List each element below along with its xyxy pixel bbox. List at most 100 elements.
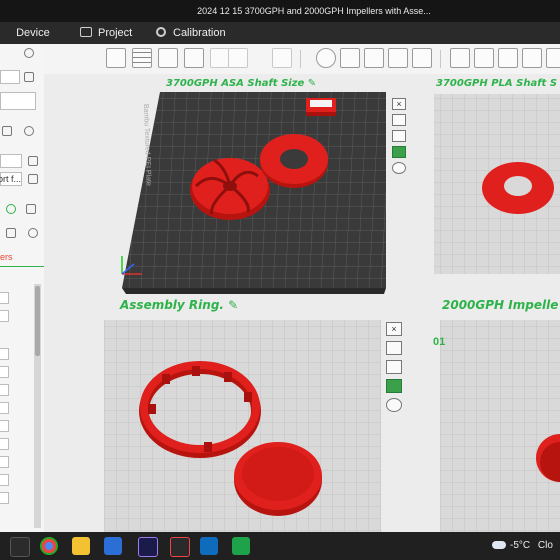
- plate-3-lock-icon[interactable]: [386, 379, 402, 393]
- section-underline: [0, 266, 44, 267]
- file-explorer-icon[interactable]: [72, 537, 90, 555]
- main-toolbar: [44, 44, 560, 75]
- printer-field[interactable]: [0, 70, 20, 84]
- menu-bar: Device Project Calibration: [0, 22, 560, 44]
- filament-gear-icon[interactable]: [24, 126, 34, 136]
- plate-3-tools: ×: [386, 322, 402, 417]
- support-paint-icon[interactable]: [450, 48, 470, 68]
- plate-3-title[interactable]: Assembly Ring. ✎: [120, 298, 238, 312]
- toolbar-separator: [440, 50, 441, 68]
- list-item[interactable]: [0, 348, 9, 360]
- plate-3-close-icon[interactable]: ×: [386, 322, 402, 336]
- list-item[interactable]: [0, 474, 9, 486]
- rotate-icon[interactable]: [340, 48, 360, 68]
- settings-gear-icon[interactable]: [24, 48, 34, 58]
- plate-1-orient-icon[interactable]: [392, 130, 406, 142]
- plate-1-lock-icon[interactable]: [392, 146, 406, 158]
- plate-1-close-icon[interactable]: ×: [392, 98, 406, 110]
- edit-icon[interactable]: [24, 72, 34, 82]
- list-item[interactable]: [0, 438, 9, 450]
- search-icon[interactable]: [28, 228, 38, 238]
- list-item[interactable]: [0, 420, 9, 432]
- impeller-model[interactable]: [190, 158, 270, 220]
- plate-1-tools: ×: [392, 98, 408, 178]
- plate-3-orient-icon[interactable]: [386, 360, 402, 374]
- calibration-label: Calibration: [173, 27, 226, 39]
- plate-type-field[interactable]: [0, 154, 22, 168]
- object-list-icon[interactable]: [26, 204, 36, 214]
- sidebar-scroll-thumb[interactable]: [35, 286, 40, 356]
- support-edit-icon[interactable]: [28, 174, 38, 184]
- cloud-icon: [492, 541, 506, 549]
- cut-icon[interactable]: [388, 48, 408, 68]
- measure-icon[interactable]: [522, 48, 542, 68]
- plate-1-title[interactable]: 3700GPH ASA Shaft Size ✎: [166, 78, 316, 89]
- plate-4-title[interactable]: 2000GPH Impelle: [442, 298, 558, 312]
- premiere-icon[interactable]: [138, 537, 158, 557]
- global-radio-icon[interactable]: [6, 204, 16, 214]
- list-item[interactable]: [0, 366, 9, 378]
- weather-widget[interactable]: -5°C Clo: [492, 532, 553, 560]
- 3d-viewport[interactable]: Bambu Textured PEI Plate 3700GPH ASA Sha…: [44, 74, 560, 532]
- small-part-model[interactable]: [306, 98, 336, 116]
- calibration-gear-icon: [156, 27, 166, 37]
- menu-project[interactable]: Project: [80, 22, 132, 44]
- printer-select[interactable]: [0, 92, 36, 110]
- layers-icon[interactable]: [272, 48, 292, 68]
- text-icon[interactable]: [498, 48, 518, 68]
- section-label: ers: [0, 252, 13, 262]
- left-sidebar: ort f... ers: [0, 44, 45, 532]
- assembly-icon[interactable]: [546, 48, 560, 68]
- plate-1-bed-label: Bambu Textured PEI Plate: [142, 104, 152, 186]
- weather-condition: Clo: [537, 540, 553, 551]
- split-icon[interactable]: [210, 48, 230, 68]
- scale-icon[interactable]: [364, 48, 384, 68]
- list-item[interactable]: [0, 456, 9, 468]
- window-title: 2024 12 15 3700GPH and 2000GPH Impellers…: [197, 6, 431, 16]
- list-item[interactable]: [0, 292, 9, 304]
- list-item[interactable]: [0, 310, 9, 322]
- plate-1-number: 01: [433, 336, 446, 348]
- menu-device[interactable]: Device: [0, 22, 50, 44]
- plate-1-settings-icon[interactable]: [392, 162, 406, 174]
- plate-1-edit-icon[interactable]: ✎: [304, 78, 316, 89]
- plate-2-ring-model[interactable]: [482, 162, 554, 214]
- plate-1-arrange-icon[interactable]: [392, 114, 406, 126]
- filament-icon[interactable]: [2, 126, 12, 136]
- cap-model[interactable]: [234, 442, 322, 516]
- ring-model[interactable]: [260, 134, 328, 188]
- add-object-icon[interactable]: [106, 48, 126, 68]
- taskbar: -5°C Clo: [0, 532, 560, 560]
- support-field[interactable]: ort f...: [0, 172, 22, 186]
- project-label: Project: [98, 27, 133, 39]
- calculator-icon[interactable]: [104, 537, 122, 555]
- add-plate-icon[interactable]: [132, 48, 152, 68]
- outlook-icon[interactable]: [200, 537, 218, 555]
- plate-1-edge: [122, 288, 386, 294]
- place-on-face-icon[interactable]: [412, 48, 432, 68]
- toolbar-separator: [300, 50, 301, 68]
- orient-icon[interactable]: [158, 48, 178, 68]
- search-icon[interactable]: [10, 537, 30, 557]
- window-title-bar: 2024 12 15 3700GPH and 2000GPH Impellers…: [0, 0, 560, 22]
- menu-calibration[interactable]: Calibration: [156, 22, 226, 44]
- chrome-icon[interactable]: [40, 537, 58, 555]
- list-item[interactable]: [0, 384, 9, 396]
- plate-3-settings-icon[interactable]: [386, 398, 402, 412]
- arrange-icon[interactable]: [184, 48, 204, 68]
- bambu-studio-icon[interactable]: [170, 537, 190, 557]
- seam-paint-icon[interactable]: [474, 48, 494, 68]
- plate-edit-icon[interactable]: [28, 156, 38, 166]
- plate-2-title[interactable]: 3700GPH PLA Shaft S: [436, 78, 557, 89]
- device-label: Device: [16, 27, 50, 39]
- split-parts-icon[interactable]: [228, 48, 248, 68]
- green-app-icon[interactable]: [232, 537, 250, 555]
- list-item[interactable]: [0, 492, 9, 504]
- move-icon[interactable]: [316, 48, 336, 68]
- plate-3-edit-icon[interactable]: ✎: [224, 298, 238, 312]
- support-text: ort f...: [0, 174, 22, 184]
- list-item[interactable]: [0, 402, 9, 414]
- plate-3-arrange-icon[interactable]: [386, 341, 402, 355]
- list-view-icon[interactable]: [6, 228, 16, 238]
- project-icon: [80, 27, 92, 37]
